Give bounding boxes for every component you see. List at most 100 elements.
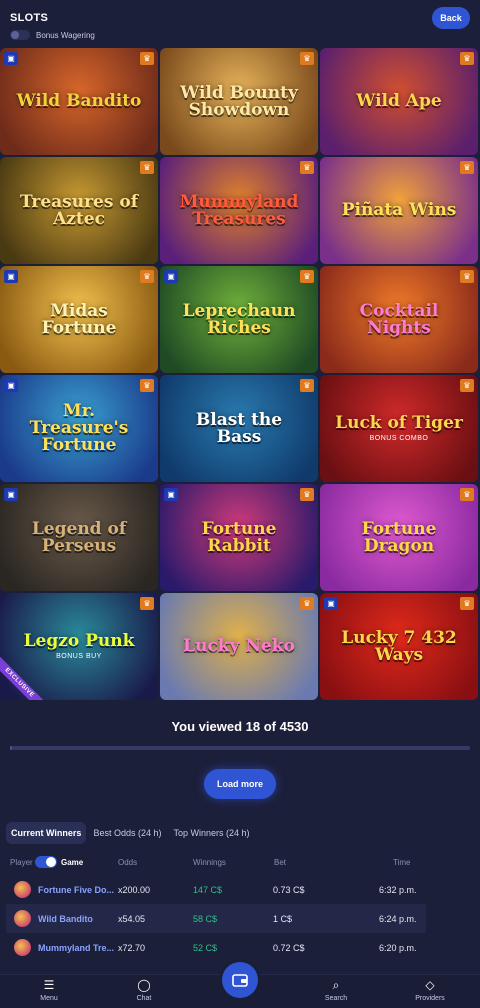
gift-icon: ▣: [4, 270, 18, 283]
game-tile[interactable]: Lucky Neko ♛: [160, 593, 318, 700]
nav-menu-label: Menu: [40, 995, 58, 1002]
game-title: Mummyland Treasures: [179, 191, 299, 229]
game-tile[interactable]: Legend of Perseus ▣: [0, 484, 158, 591]
col-bet: Bet: [274, 858, 287, 867]
row-winnings: 58 C$: [193, 914, 218, 924]
gift-icon: ▣: [4, 52, 18, 65]
gift-icon: ▣: [164, 270, 178, 283]
col-winnings: Winnings: [193, 858, 226, 867]
game-tile[interactable]: Legzo Punk BONUS BUY ♛ EXCLUSIVE: [0, 593, 158, 700]
chat-icon: ◯: [137, 978, 151, 992]
nav-menu[interactable]: ☰ Menu: [19, 978, 79, 1003]
table-row[interactable]: Wild Bandito x54.05 58 C$ 1 C$ 6:24 p.m.: [6, 904, 426, 933]
player-game-toggle[interactable]: [35, 856, 57, 868]
table-row[interactable]: Fortune Five Do... x200.00 147 C$ 0.73 C…: [6, 875, 426, 904]
gift-icon: ▣: [164, 488, 178, 501]
game-subtitle: BONUS BUY: [56, 653, 102, 660]
trophy-icon: ♛: [460, 52, 474, 65]
gift-icon: ▣: [324, 597, 338, 610]
game-avatar: [14, 910, 31, 927]
row-game[interactable]: Mummyland Tre...: [38, 943, 114, 953]
game-title: Lucky Neko: [183, 636, 295, 656]
trophy-icon: ♛: [460, 597, 474, 610]
trophy-icon: ♛: [300, 379, 314, 392]
viewed-counter: You viewed 18 of 4530: [171, 719, 309, 734]
row-bet: 0.73 C$: [273, 885, 305, 895]
game-tile[interactable]: Lucky 7 432 Ways ▣ ♛: [320, 593, 478, 700]
trophy-icon: ♛: [140, 379, 154, 392]
nav-chat[interactable]: ◯ Chat: [114, 978, 174, 1003]
tab-best-odds[interactable]: Best Odds (24 h): [88, 822, 166, 844]
winners-tabs: Current Winners Best Odds (24 h) Top Win…: [6, 822, 255, 844]
gift-icon: ▣: [4, 488, 18, 501]
winners-table: Fortune Five Do... x200.00 147 C$ 0.73 C…: [6, 875, 426, 962]
game-tile[interactable]: Wild Bandito ▣ ♛: [0, 48, 158, 155]
col-game: Game: [61, 858, 84, 867]
wallet-button[interactable]: [222, 962, 258, 998]
trophy-icon: ♛: [300, 161, 314, 174]
trophy-icon: ♛: [140, 52, 154, 65]
table-row[interactable]: Mummyland Tre... x72.70 52 C$ 0.72 C$ 6:…: [6, 933, 426, 962]
trophy-icon: ♛: [300, 52, 314, 65]
header: SLOTS Bonus Wagering Back: [0, 0, 480, 46]
game-title: Cocktail Nights: [359, 300, 439, 338]
row-game[interactable]: Wild Bandito: [38, 914, 93, 924]
game-title: Treasures of Aztec: [19, 191, 139, 229]
game-avatar: [14, 881, 31, 898]
trophy-icon: ♛: [300, 597, 314, 610]
row-game[interactable]: Fortune Five Do...: [38, 885, 114, 895]
game-title: Legzo Punk: [23, 631, 135, 651]
tab-current-winners[interactable]: Current Winners: [6, 822, 87, 844]
row-odds: x72.70: [118, 943, 146, 953]
game-title: Mr. Treasure's Fortune: [29, 401, 129, 455]
trophy-icon: ♛: [460, 379, 474, 392]
game-grid: Wild Bandito ▣ ♛ Wild Bounty Showdown ♛ Wild …: [0, 48, 480, 700]
game-title: Blast the Bass: [195, 409, 283, 447]
game-tile[interactable]: Mr. Treasure's Fortune ▣ ♛: [0, 375, 158, 482]
trophy-icon: ♛: [140, 597, 154, 610]
game-tile[interactable]: Wild Bounty Showdown ♛: [160, 48, 318, 155]
nav-providers-label: Providers: [415, 995, 445, 1002]
game-title: Fortune Dragon: [361, 518, 437, 556]
trophy-icon: ♛: [140, 161, 154, 174]
col-time: Time: [393, 858, 411, 867]
exclusive-ribbon: EXCLUSIVE: [0, 650, 52, 700]
game-tile[interactable]: Luck of Tiger BONUS COMBO ♛: [320, 375, 478, 482]
bonus-wagering-toggle[interactable]: [10, 30, 30, 40]
row-odds: x54.05: [118, 914, 146, 924]
game-tile[interactable]: Leprechaun Riches ▣ ♛: [160, 266, 318, 373]
game-tile[interactable]: Mummyland Treasures ♛: [160, 157, 318, 264]
row-odds: x200.00: [118, 885, 151, 895]
nav-providers[interactable]: ◇ Providers: [400, 978, 460, 1003]
game-tile[interactable]: Midas Fortune ▣ ♛: [0, 266, 158, 373]
search-icon: ⌕: [332, 978, 340, 992]
menu-icon: ☰: [43, 978, 55, 992]
game-tile[interactable]: Wild Ape ♛: [320, 48, 478, 155]
game-tile[interactable]: Cocktail Nights ♛: [320, 266, 478, 373]
trophy-icon: ♛: [460, 488, 474, 501]
back-button[interactable]: Back: [432, 7, 470, 29]
game-title: Legend of Perseus: [31, 518, 127, 556]
row-winnings: 52 C$: [193, 943, 218, 953]
col-odds: Odds: [118, 858, 138, 867]
row-time: 6:24 p.m.: [379, 914, 417, 924]
trophy-icon: ♛: [460, 270, 474, 283]
game-tile[interactable]: Fortune Dragon ♛: [320, 484, 478, 591]
game-tile[interactable]: Treasures of Aztec ♛: [0, 157, 158, 264]
game-title: Wild Bounty Showdown: [180, 82, 298, 120]
load-more-button[interactable]: Load more: [204, 769, 276, 799]
diamond-icon: ◇: [425, 978, 435, 992]
game-tile[interactable]: Blast the Bass ♛: [160, 375, 318, 482]
game-tile[interactable]: Piñata Wins ♛: [320, 157, 478, 264]
tab-top-winners[interactable]: Top Winners (24 h): [168, 822, 254, 844]
game-tile[interactable]: Fortune Rabbit ▣ ♛: [160, 484, 318, 591]
row-winnings: 147 C$: [193, 885, 223, 895]
nav-search[interactable]: ⌕ Search: [306, 978, 366, 1003]
progress-fill: [10, 746, 12, 750]
nav-chat-label: Chat: [136, 995, 152, 1002]
trophy-icon: ♛: [300, 270, 314, 283]
trophy-icon: ♛: [460, 161, 474, 174]
trophy-icon: ♛: [300, 488, 314, 501]
game-title: Leprechaun Riches: [182, 300, 296, 338]
toggle-knob: [46, 857, 56, 867]
